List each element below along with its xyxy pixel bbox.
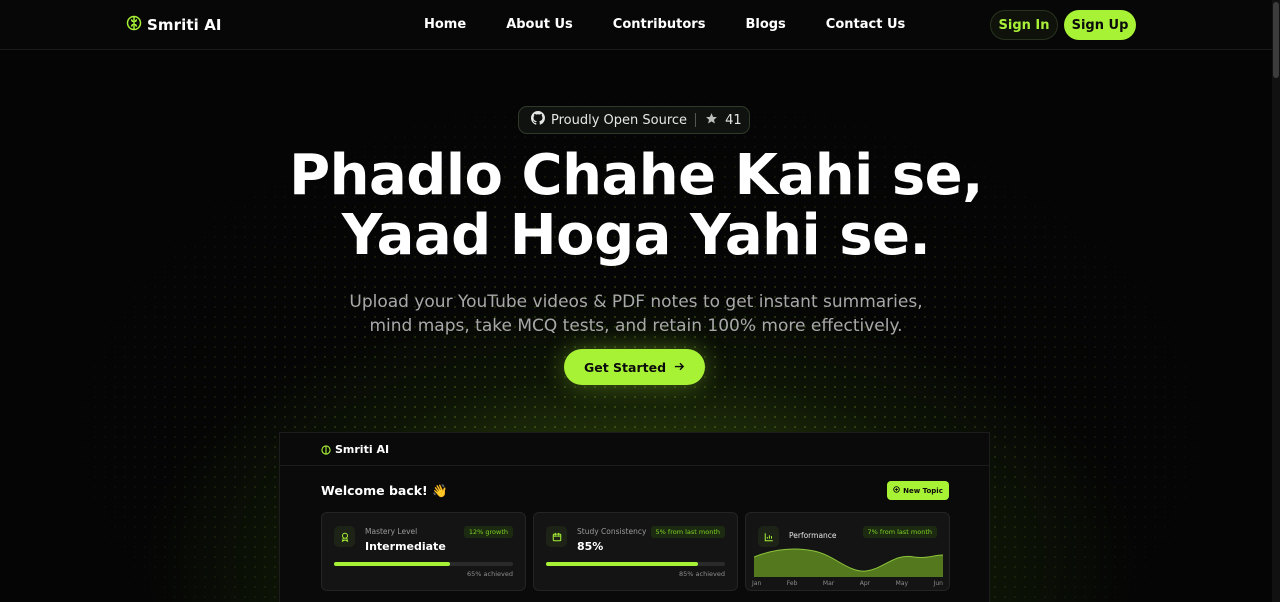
growth-chip: 5% from last month — [650, 526, 725, 538]
welcome-text: Welcome back! 👋 — [321, 483, 448, 498]
card-label: Mastery Level — [365, 527, 418, 536]
brain-icon — [321, 440, 331, 459]
growth-chip: 7% from last month — [862, 526, 937, 538]
subtitle-line-1: Upload your YouTube videos & PDF notes t… — [349, 292, 923, 312]
badge-text: Proudly Open Source — [551, 112, 688, 128]
month-label: Jan — [752, 580, 762, 587]
dashboard-header: Smriti AI — [280, 433, 989, 466]
nav-link-contact[interactable]: Contact Us — [826, 17, 905, 32]
month-label: May — [895, 580, 909, 587]
month-label: Mar — [822, 580, 835, 587]
arrow-right-icon — [674, 360, 685, 375]
github-icon — [531, 111, 545, 129]
achieved-text: 65% achieved — [467, 570, 513, 578]
new-topic-label: New Topic — [903, 486, 943, 495]
dashboard-preview: Smriti AI Welcome back! 👋 New Topic Mast… — [279, 432, 990, 602]
badge-divider — [695, 113, 697, 127]
nav-links: Home About Us Contributors Blogs Contact… — [424, 17, 905, 32]
hero-headline: Phadlo Chahe Kahi se, Yaad Hoga Yahi se. — [0, 146, 1272, 266]
progress-track — [546, 562, 725, 566]
subtitle-line-2: mind maps, take MCQ tests, and retain 10… — [369, 316, 903, 336]
plus-circle-icon — [893, 486, 900, 495]
growth-chip: 12% growth — [463, 526, 513, 538]
logo-text: Smriti AI — [147, 16, 222, 34]
mastery-level-card: Mastery Level Intermediate 12% growth 65… — [321, 512, 526, 591]
navbar: Smriti AI Home About Us Contributors Blo… — [0, 0, 1272, 50]
card-label: Performance — [789, 531, 837, 540]
calendar-icon — [546, 526, 567, 547]
month-label: Jun — [933, 580, 943, 587]
scrollbar[interactable] — [1272, 0, 1280, 602]
new-topic-button[interactable]: New Topic — [887, 481, 949, 500]
nav-link-contributors[interactable]: Contributors — [613, 17, 706, 32]
performance-card: Performance 7% from last month Jan Feb M… — [745, 512, 950, 591]
scrollbar-thumb[interactable] — [1273, 2, 1279, 78]
nav-link-about[interactable]: About Us — [506, 17, 573, 32]
card-value: 85% — [577, 540, 604, 553]
month-label: Apr — [859, 580, 871, 587]
star-icon — [705, 112, 718, 129]
sign-in-button[interactable]: Sign In — [990, 10, 1058, 40]
logo[interactable]: Smriti AI — [126, 15, 222, 35]
brain-icon — [126, 15, 142, 35]
headline-line-1: Phadlo Chahe Kahi se, — [289, 143, 983, 208]
sign-up-button[interactable]: Sign Up — [1064, 10, 1136, 40]
nav-link-blogs[interactable]: Blogs — [745, 17, 785, 32]
award-icon — [334, 526, 355, 547]
progress-fill — [546, 562, 699, 566]
performance-area — [754, 549, 943, 577]
open-source-badge[interactable]: Proudly Open Source 41 — [518, 106, 750, 134]
headline-line-2: Yaad Hoga Yahi se. — [341, 203, 931, 268]
month-label: Feb — [786, 580, 798, 587]
progress-track — [334, 562, 513, 566]
achieved-text: 85% achieved — [679, 570, 725, 578]
nav-link-home[interactable]: Home — [424, 17, 466, 32]
month-axis: Jan Feb Mar Apr May Jun — [752, 580, 943, 587]
hero-subtitle: Upload your YouTube videos & PDF notes t… — [0, 290, 1272, 338]
performance-area-chart — [754, 548, 943, 577]
card-value: Intermediate — [365, 540, 446, 553]
dashboard-brand: Smriti AI — [335, 442, 390, 456]
star-count: 41 — [725, 112, 742, 128]
get-started-button[interactable]: Get Started — [564, 349, 705, 385]
study-consistency-card: Study Consistency 85% 5% from last month… — [533, 512, 738, 591]
progress-fill — [334, 562, 451, 566]
card-label: Study Consistency — [577, 527, 647, 536]
get-started-label: Get Started — [583, 359, 667, 375]
